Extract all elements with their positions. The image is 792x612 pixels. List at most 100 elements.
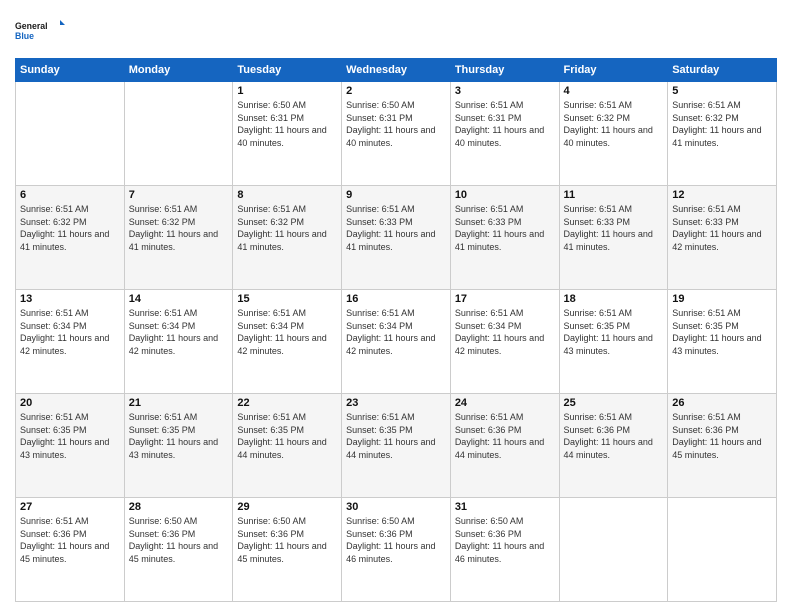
calendar-table: SundayMondayTuesdayWednesdayThursdayFrid… — [15, 58, 777, 602]
day-info: Sunrise: 6:51 AM Sunset: 6:35 PM Dayligh… — [672, 307, 772, 357]
day-info: Sunrise: 6:51 AM Sunset: 6:36 PM Dayligh… — [20, 515, 120, 565]
day-number: 7 — [129, 189, 229, 201]
day-number: 3 — [455, 85, 555, 97]
week-row-4: 20 Sunrise: 6:51 AM Sunset: 6:35 PM Dayli… — [16, 394, 777, 498]
day-number: 23 — [346, 397, 446, 409]
header: General Blue — [15, 10, 777, 50]
calendar-cell: 14Sunrise: 6:51 AM Sunset: 6:34 PM Dayli… — [124, 290, 233, 394]
calendar-cell: 28Sunrise: 6:50 AM Sunset: 6:36 PM Dayli… — [124, 498, 233, 602]
day-number: 6 — [20, 189, 120, 201]
header-wednesday: Wednesday — [342, 59, 451, 82]
calendar-cell: 5 Sunrise: 6:51 AM Sunset: 6:32 PM Daylig… — [668, 82, 777, 186]
calendar-cell: 16Sunrise: 6:51 AM Sunset: 6:34 PM Dayli… — [342, 290, 451, 394]
svg-text:General: General — [15, 21, 48, 31]
day-number: 4 — [564, 85, 664, 97]
day-info: Sunrise: 6:50 AM Sunset: 6:36 PM Dayligh… — [237, 515, 337, 565]
day-number: 20 — [20, 397, 120, 409]
calendar-cell: 25Sunrise: 6:51 AM Sunset: 6:36 PM Dayli… — [559, 394, 668, 498]
day-info: Sunrise: 6:51 AM Sunset: 6:32 PM Dayligh… — [237, 203, 337, 253]
calendar-cell: 19 Sunrise: 6:51 AM Sunset: 6:35 PM Dayli… — [668, 290, 777, 394]
day-info: Sunrise: 6:51 AM Sunset: 6:34 PM Dayligh… — [20, 307, 120, 357]
calendar-cell: 12 Sunrise: 6:51 AM Sunset: 6:33 PM Dayli… — [668, 186, 777, 290]
day-info: Sunrise: 6:51 AM Sunset: 6:32 PM Dayligh… — [20, 203, 120, 253]
day-info: Sunrise: 6:50 AM Sunset: 6:31 PM Dayligh… — [237, 99, 337, 149]
calendar-cell: 10 Sunrise: 6:51 AM Sunset: 6:33 PM Dayli… — [450, 186, 559, 290]
day-info: Sunrise: 6:51 AM Sunset: 6:32 PM Dayligh… — [672, 99, 772, 149]
calendar-cell: 24 Sunrise: 6:51 AM Sunset: 6:36 PM Dayli… — [450, 394, 559, 498]
header-saturday: Saturday — [668, 59, 777, 82]
header-tuesday: Tuesday — [233, 59, 342, 82]
day-number: 12 — [672, 189, 772, 201]
day-number: 18 — [564, 293, 664, 305]
header-friday: Friday — [559, 59, 668, 82]
day-number: 5 — [672, 85, 772, 97]
day-number: 19 — [672, 293, 772, 305]
calendar-cell — [124, 82, 233, 186]
calendar-cell: 22Sunrise: 6:51 AM Sunset: 6:35 PM Dayli… — [233, 394, 342, 498]
day-info: Sunrise: 6:51 AM Sunset: 6:33 PM Dayligh… — [455, 203, 555, 253]
day-info: Sunrise: 6:50 AM Sunset: 6:36 PM Dayligh… — [346, 515, 446, 565]
day-info: Sunrise: 6:51 AM Sunset: 6:35 PM Dayligh… — [129, 411, 229, 461]
calendar-cell — [559, 498, 668, 602]
calendar-cell: 1 Sunrise: 6:50 AM Sunset: 6:31 PM Daylig… — [233, 82, 342, 186]
logo: General Blue — [15, 10, 65, 50]
day-number: 9 — [346, 189, 446, 201]
calendar-cell: 18 Sunrise: 6:51 AM Sunset: 6:35 PM Dayli… — [559, 290, 668, 394]
day-info: Sunrise: 6:51 AM Sunset: 6:33 PM Dayligh… — [564, 203, 664, 253]
calendar-cell: 4 Sunrise: 6:51 AM Sunset: 6:32 PM Daylig… — [559, 82, 668, 186]
day-number: 2 — [346, 85, 446, 97]
header-thursday: Thursday — [450, 59, 559, 82]
calendar-cell: 11Sunrise: 6:51 AM Sunset: 6:33 PM Dayli… — [559, 186, 668, 290]
day-info: Sunrise: 6:51 AM Sunset: 6:36 PM Dayligh… — [455, 411, 555, 461]
day-number: 15 — [237, 293, 337, 305]
day-info: Sunrise: 6:51 AM Sunset: 6:33 PM Dayligh… — [346, 203, 446, 253]
day-number: 1 — [237, 85, 337, 97]
calendar-cell: 9 Sunrise: 6:51 AM Sunset: 6:33 PM Daylig… — [342, 186, 451, 290]
day-info: Sunrise: 6:51 AM Sunset: 6:31 PM Dayligh… — [455, 99, 555, 149]
calendar-cell: 8 Sunrise: 6:51 AM Sunset: 6:32 PM Daylig… — [233, 186, 342, 290]
day-number: 29 — [237, 501, 337, 513]
week-row-5: 27 Sunrise: 6:51 AM Sunset: 6:36 PM Dayli… — [16, 498, 777, 602]
day-number: 31 — [455, 501, 555, 513]
calendar-cell: 29 Sunrise: 6:50 AM Sunset: 6:36 PM Dayli… — [233, 498, 342, 602]
calendar-cell: 17 Sunrise: 6:51 AM Sunset: 6:34 PM Dayli… — [450, 290, 559, 394]
week-row-1: 1 Sunrise: 6:50 AM Sunset: 6:31 PM Daylig… — [16, 82, 777, 186]
day-info: Sunrise: 6:51 AM Sunset: 6:34 PM Dayligh… — [455, 307, 555, 357]
day-info: Sunrise: 6:51 AM Sunset: 6:32 PM Dayligh… — [129, 203, 229, 253]
day-number: 27 — [20, 501, 120, 513]
day-number: 17 — [455, 293, 555, 305]
day-number: 10 — [455, 189, 555, 201]
day-number: 25 — [564, 397, 664, 409]
day-number: 8 — [237, 189, 337, 201]
calendar-cell: 31 Sunrise: 6:50 AM Sunset: 6:36 PM Dayli… — [450, 498, 559, 602]
day-number: 16 — [346, 293, 446, 305]
week-row-2: 6 Sunrise: 6:51 AM Sunset: 6:32 PM Daylig… — [16, 186, 777, 290]
calendar-cell: 6 Sunrise: 6:51 AM Sunset: 6:32 PM Daylig… — [16, 186, 125, 290]
calendar-cell: 7 Sunrise: 6:51 AM Sunset: 6:32 PM Daylig… — [124, 186, 233, 290]
day-info: Sunrise: 6:51 AM Sunset: 6:35 PM Dayligh… — [237, 411, 337, 461]
day-number: 28 — [129, 501, 229, 513]
calendar-cell: 30Sunrise: 6:50 AM Sunset: 6:36 PM Dayli… — [342, 498, 451, 602]
calendar-cell: 13Sunrise: 6:51 AM Sunset: 6:34 PM Dayli… — [16, 290, 125, 394]
day-info: Sunrise: 6:51 AM Sunset: 6:33 PM Dayligh… — [672, 203, 772, 253]
day-info: Sunrise: 6:51 AM Sunset: 6:34 PM Dayligh… — [237, 307, 337, 357]
day-info: Sunrise: 6:51 AM Sunset: 6:35 PM Dayligh… — [346, 411, 446, 461]
calendar-cell: 20Sunrise: 6:51 AM Sunset: 6:35 PM Dayli… — [16, 394, 125, 498]
calendar-cell: 3 Sunrise: 6:51 AM Sunset: 6:31 PM Daylig… — [450, 82, 559, 186]
day-info: Sunrise: 6:51 AM Sunset: 6:32 PM Dayligh… — [564, 99, 664, 149]
calendar-cell: 23 Sunrise: 6:51 AM Sunset: 6:35 PM Dayli… — [342, 394, 451, 498]
day-number: 24 — [455, 397, 555, 409]
header-monday: Monday — [124, 59, 233, 82]
day-number: 26 — [672, 397, 772, 409]
day-info: Sunrise: 6:51 AM Sunset: 6:35 PM Dayligh… — [564, 307, 664, 357]
calendar-cell — [16, 82, 125, 186]
calendar-cell: 2Sunrise: 6:50 AM Sunset: 6:31 PM Daylig… — [342, 82, 451, 186]
calendar-cell: 26Sunrise: 6:51 AM Sunset: 6:36 PM Dayli… — [668, 394, 777, 498]
calendar-cell: 15 Sunrise: 6:51 AM Sunset: 6:34 PM Dayli… — [233, 290, 342, 394]
page: General Blue SundayMondayTuesdayWednesda… — [0, 0, 792, 612]
day-number: 14 — [129, 293, 229, 305]
day-number: 21 — [129, 397, 229, 409]
day-info: Sunrise: 6:50 AM Sunset: 6:36 PM Dayligh… — [455, 515, 555, 565]
calendar-cell: 27 Sunrise: 6:51 AM Sunset: 6:36 PM Dayli… — [16, 498, 125, 602]
header-sunday: Sunday — [16, 59, 125, 82]
